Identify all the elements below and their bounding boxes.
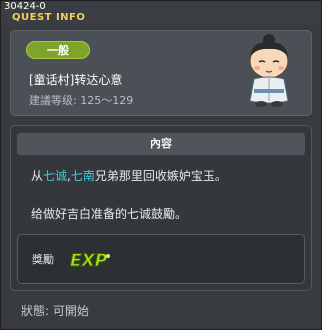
quest-header-panel: 一般 [童话村]转达心意 建議等级: 125～129 [10, 30, 312, 116]
npc-name-1: 七诚 [43, 169, 68, 183]
quest-description-line-2: 给做好吉白准备的七诚鼓勵。 [31, 207, 188, 221]
reward-label: 獎勵 [32, 253, 54, 266]
quest-description-line-1: 从七诚,七南兄弟那里回收嫉妒宝玉。 [31, 167, 227, 184]
exp-icon-text: EXP [70, 251, 108, 271]
content-section-title: 內容 [17, 133, 305, 155]
desc-prefix: 从 [31, 169, 44, 183]
exp-icon: EXP [70, 251, 110, 272]
reward-box: 獎勵 EXP [17, 234, 305, 284]
desc-suffix: 兄弟那里回收嫉妒宝玉。 [94, 169, 227, 183]
quest-name: [童话村]转达心意 [29, 73, 123, 87]
quest-info-window: 30424-0 QUEST INFO 一般 [童话村]转达心意 建議等级: 12… [0, 0, 322, 330]
quest-content-panel: 內容 从七诚,七南兄弟那里回收嫉妒宝玉。 给做好吉白准备的七诚鼓勵。 獎勵 EX… [10, 125, 312, 291]
npc-name-2: 七南 [70, 169, 95, 183]
category-badge: 一般 [26, 41, 90, 59]
quest-status: 狀態: 可開始 [21, 304, 89, 318]
window-title: QUEST INFO [12, 12, 86, 23]
title-bar[interactable]: 30424-0 QUEST INFO [1, 1, 321, 25]
recommended-level: 建議等级: 125～129 [29, 94, 134, 107]
npc-portrait [249, 34, 289, 107]
